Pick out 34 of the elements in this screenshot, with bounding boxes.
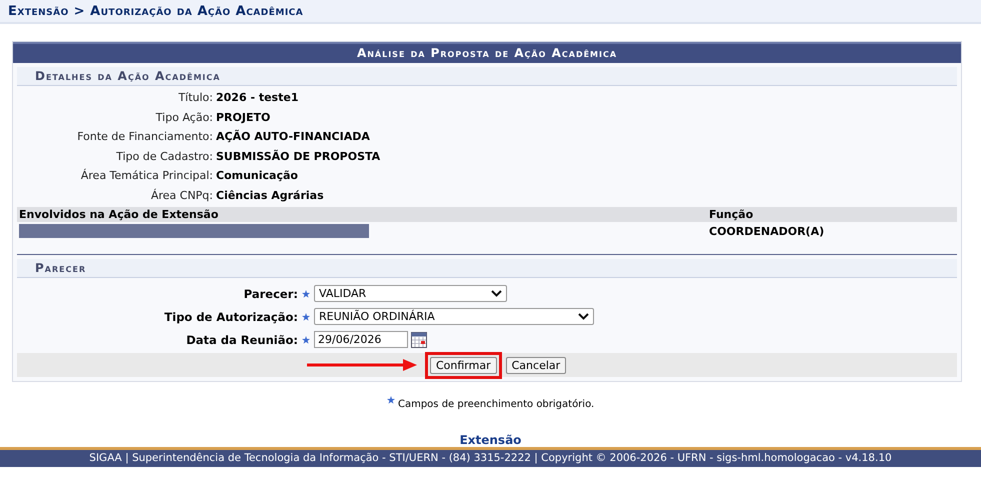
field-label: Título:	[177, 91, 213, 104]
footer-text: SIGAA | Superintendência de Tecnologia da Informação - STI/UERN - (84) 3315-2222 | Copyright © 2006-2026 - UFRN - sigs-hml.homologacao - v4.18.10	[89, 452, 892, 464]
field-value: Comunicação	[216, 169, 299, 182]
required-note: Campos de preenchimento obrigatório.	[398, 399, 594, 410]
confirm-button[interactable]: Confirmar	[430, 356, 497, 374]
breadcrumb: Extensão > Autorização da Ação Acadêmica	[8, 4, 304, 18]
table-cell: COORDENADOR(A)	[709, 224, 824, 238]
column-header: Envolvidos na Ação de Extensão	[17, 207, 707, 222]
field-label: Data da Reunião:	[185, 332, 298, 346]
required-star-icon	[386, 396, 395, 404]
dropdown[interactable]: REUNIÃO ORDINÁRIA	[314, 308, 594, 325]
module-link[interactable]: Extensão	[460, 433, 522, 447]
dropdown[interactable]: VALIDAR	[314, 285, 507, 302]
field-label: Área CNPq:	[150, 188, 213, 202]
field-value: Ciências Agrárias	[216, 188, 325, 202]
field-label: Área Temática Principal:	[80, 169, 213, 182]
field-label: Fonte de Financiamento:	[76, 130, 213, 144]
field-label: Tipo Ação:	[154, 110, 213, 124]
field-value: PROJETO	[216, 110, 272, 124]
calendar-icon[interactable]	[411, 332, 427, 348]
chevron-down-icon	[491, 290, 502, 297]
field-label: Parecer:	[242, 286, 298, 300]
field-value: AÇÃO AUTO-FINANCIADA	[216, 130, 371, 144]
date-field[interactable]: 29/06/2026	[314, 331, 408, 348]
field-value: 2026 - teste1	[216, 91, 300, 104]
section-heading: Detalhes da Ação Acadêmica	[17, 67, 957, 86]
field-label: Tipo de Autorização:	[163, 310, 298, 324]
section-heading: Parecer	[17, 259, 957, 278]
field-value: SUBMISSÃO DE PROPOSTA	[216, 150, 382, 163]
panel-title: Análise da Proposta de Ação Acadêmica	[13, 42, 961, 63]
field-label: Tipo de Cadastro:	[115, 150, 213, 163]
column-header: Função	[707, 207, 957, 222]
chevron-down-icon	[578, 313, 589, 320]
cancel-button[interactable]: Cancelar	[506, 356, 566, 374]
